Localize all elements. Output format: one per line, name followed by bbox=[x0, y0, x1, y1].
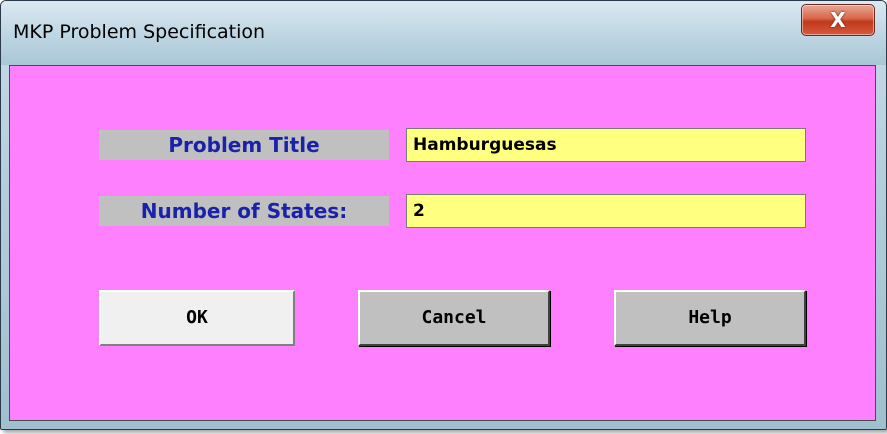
window-title: MKP Problem Specification bbox=[13, 21, 266, 43]
dialog-window: MKP Problem Specification X Problem Titl… bbox=[0, 0, 887, 430]
dialog-client-area: Problem Title Number of States: OK Cance… bbox=[9, 65, 876, 421]
help-button[interactable]: Help bbox=[614, 290, 806, 346]
problem-title-input[interactable] bbox=[406, 128, 806, 162]
problem-title-label: Problem Title bbox=[99, 130, 389, 160]
number-of-states-label: Number of States: bbox=[99, 196, 389, 226]
close-button[interactable]: X bbox=[801, 4, 875, 36]
number-of-states-input[interactable] bbox=[406, 194, 806, 228]
ok-button[interactable]: OK bbox=[99, 290, 295, 346]
cancel-button[interactable]: Cancel bbox=[358, 290, 550, 346]
close-icon: X bbox=[830, 8, 846, 32]
title-bar[interactable]: MKP Problem Specification X bbox=[1, 1, 886, 65]
